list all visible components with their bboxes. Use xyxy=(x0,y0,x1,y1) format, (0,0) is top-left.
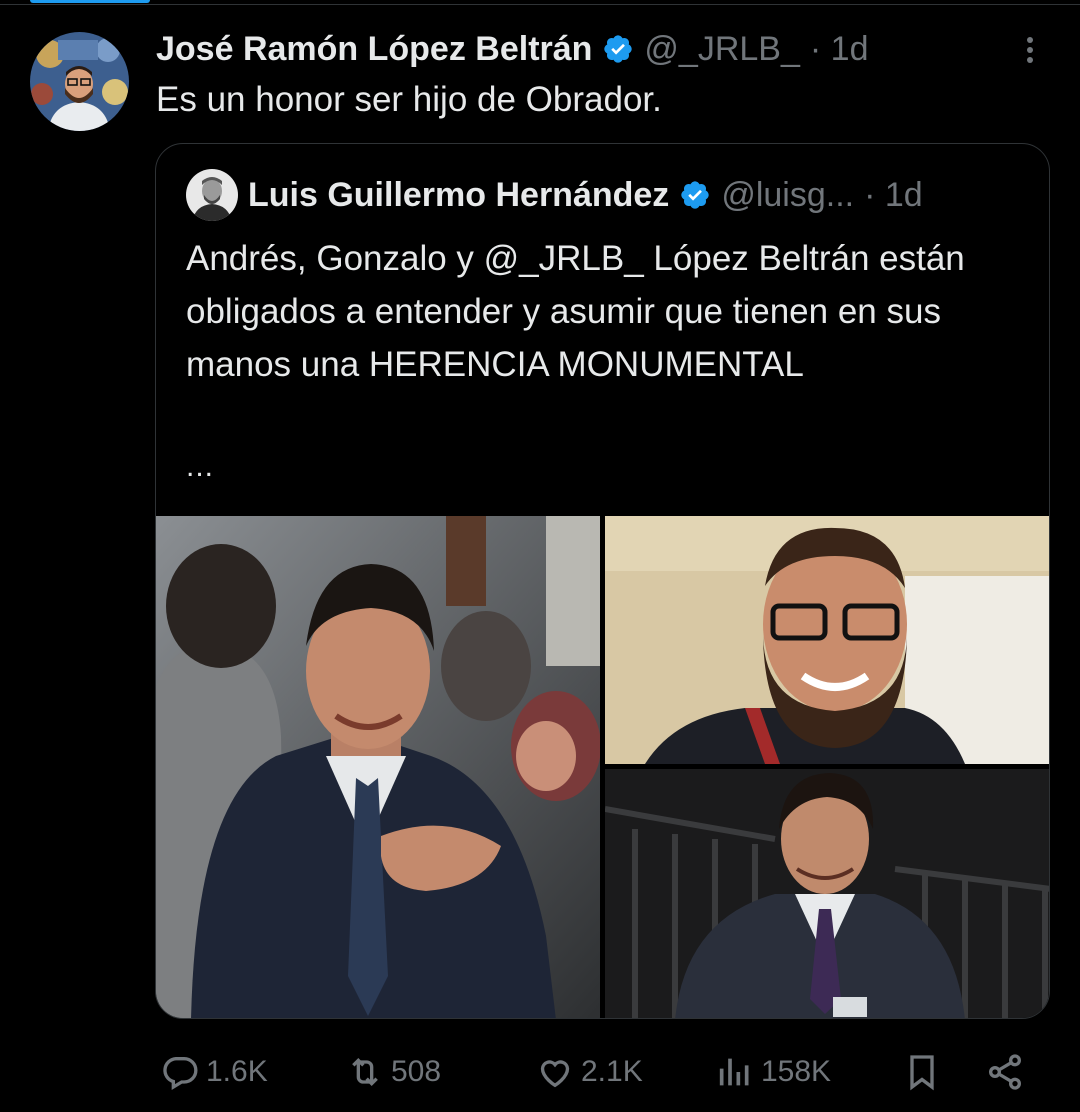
quoted-author-avatar[interactable] xyxy=(186,169,238,221)
quoted-author-handle[interactable]: @luisg... xyxy=(721,176,854,215)
action-bar: 1.6K 508 2.1K 158K xyxy=(0,1040,1080,1104)
more-icon[interactable] xyxy=(1016,34,1044,70)
show-more-ellipsis[interactable]: ... xyxy=(186,450,214,484)
reply-icon xyxy=(163,1057,198,1090)
repost-button[interactable]: 508 xyxy=(345,1040,441,1104)
share-button[interactable] xyxy=(985,1040,1025,1104)
like-button[interactable]: 2.1K xyxy=(535,1040,643,1104)
repost-count: 508 xyxy=(391,1055,442,1088)
author-avatar[interactable] xyxy=(30,32,129,131)
quoted-author-name[interactable]: Luis Guillermo Hernández xyxy=(248,176,669,215)
views-icon xyxy=(719,1058,749,1086)
media-photo[interactable] xyxy=(605,769,1049,1018)
media-photo[interactable] xyxy=(156,516,600,1018)
tweet-header: José Ramón López Beltrán @_JRLB_ · 1d xyxy=(156,26,869,72)
reply-button[interactable]: 1.6K xyxy=(160,1040,268,1104)
verified-icon xyxy=(681,181,709,209)
views-button[interactable]: 158K xyxy=(715,1040,831,1104)
like-icon xyxy=(540,1060,570,1088)
quoted-tweet-text: Andrés, Gonzalo y @_JRLB_ López Beltrán … xyxy=(186,239,965,384)
bookmark-button[interactable] xyxy=(902,1040,942,1104)
quoted-tweet[interactable]: Luis Guillermo Hernández @luisg... · 1d … xyxy=(155,143,1050,1019)
author-name[interactable]: José Ramón López Beltrán xyxy=(156,30,592,69)
tweet-text: Es un honor ser hijo de Obrador. xyxy=(156,80,662,119)
media-grid xyxy=(156,516,1049,1018)
share-icon xyxy=(989,1054,1021,1090)
author-handle[interactable]: @_JRLB_ xyxy=(644,30,799,69)
like-count: 2.1K xyxy=(581,1055,643,1088)
reply-count: 1.6K xyxy=(206,1055,268,1088)
repost-icon xyxy=(352,1057,378,1087)
top-divider xyxy=(0,0,1080,5)
quoted-tweet-header: Luis Guillermo Hernández @luisg... · 1d xyxy=(248,172,923,218)
verified-icon xyxy=(604,35,633,63)
tweet-time[interactable]: · 1d xyxy=(810,30,869,69)
bookmark-icon xyxy=(910,1055,934,1091)
views-count: 158K xyxy=(761,1055,832,1088)
media-photo[interactable] xyxy=(605,516,1049,764)
active-tab-indicator xyxy=(30,0,150,3)
quoted-tweet-time[interactable]: · 1d xyxy=(864,176,923,215)
